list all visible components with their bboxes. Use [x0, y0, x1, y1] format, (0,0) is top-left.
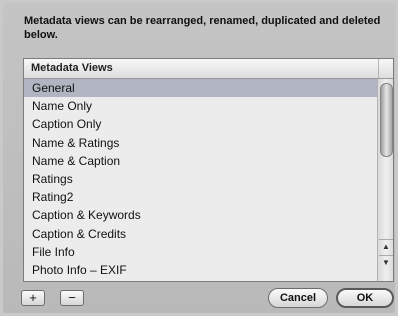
list-item[interactable]: Rating2 [24, 188, 377, 206]
cancel-button[interactable]: Cancel [268, 288, 328, 308]
list-item[interactable]: Name & Caption [24, 152, 377, 170]
list-item[interactable]: Caption & Keywords [24, 206, 377, 224]
list-item[interactable]: General [24, 79, 377, 98]
list-item[interactable]: Name Only [24, 97, 377, 115]
ok-button[interactable]: OK [336, 288, 394, 308]
column-header-metadata-views: Metadata Views [31, 62, 113, 74]
metadata-views-dialog: Metadata views can be rearranged, rename… [3, 3, 395, 313]
header-divider [378, 59, 379, 78]
scroll-up-arrow-icon[interactable]: ▲ [379, 239, 393, 254]
list-rows: General Name Only Caption Only Name & Ratin… [24, 79, 377, 281]
list-item[interactable]: File Info [24, 243, 377, 261]
add-view-button[interactable]: + [21, 290, 45, 306]
scrollbar-thumb[interactable] [380, 83, 393, 157]
list-header: Metadata Views [24, 59, 393, 79]
list-item[interactable]: Photo Info – EXIF [24, 261, 377, 279]
list-item[interactable]: Name & Ratings [24, 134, 377, 152]
scroll-down-arrow-icon[interactable]: ▼ [379, 255, 393, 270]
list-item[interactable]: Caption Only [24, 115, 377, 133]
dialog-description: Metadata views can be rearranged, rename… [24, 15, 381, 41]
list-item[interactable]: Caption & Credits [24, 225, 377, 243]
list-item[interactable]: Ratings [24, 170, 377, 188]
vertical-scrollbar[interactable]: ▲ ▼ [377, 79, 393, 281]
remove-view-button[interactable]: − [60, 290, 84, 306]
metadata-views-list[interactable]: Metadata Views General Name Only Caption O… [23, 58, 394, 282]
